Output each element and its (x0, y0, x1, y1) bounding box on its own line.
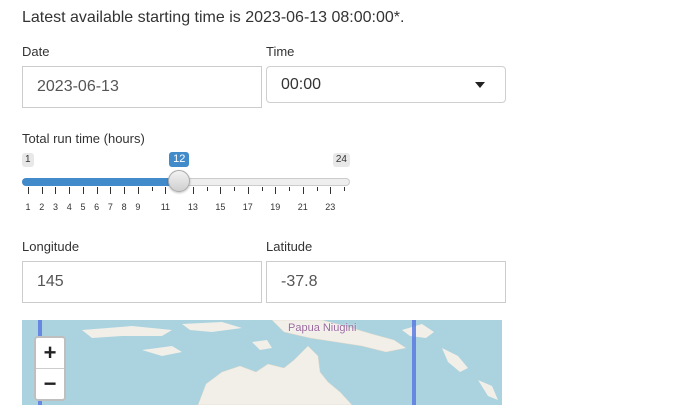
latest-start-time-text: Latest available starting time is 2023-0… (22, 9, 405, 26)
slider-tick-label: 9 (135, 202, 141, 212)
zoom-out-button[interactable]: − (36, 368, 64, 399)
time-label: Time (266, 44, 295, 59)
slider-tick-label: 1 (25, 202, 31, 212)
slider-tick-label: 11 (160, 202, 171, 212)
date-value: 2023-06-13 (37, 78, 119, 95)
slider-tick-label: 3 (52, 202, 58, 212)
slider-tick (96, 187, 98, 194)
slider-tick (192, 187, 194, 194)
slider-tick (82, 187, 84, 194)
meridian-line-east (412, 320, 416, 405)
slider-tick (247, 187, 249, 194)
map-tiles (82, 320, 498, 405)
slider-tick (289, 187, 291, 191)
slider-tick (316, 187, 318, 191)
slider-tick-label: 21 (297, 202, 308, 212)
slider-tick (261, 187, 263, 191)
slider-tick-label: 8 (121, 202, 127, 212)
slider-tick (55, 187, 57, 194)
slider-tick-label: 7 (107, 202, 113, 212)
slider-tick (302, 187, 304, 194)
slider-current-label: 12 (169, 152, 190, 167)
zoom-in-button[interactable]: + (36, 338, 64, 368)
time-value: 00:00 (281, 75, 322, 93)
slider-tick-label: 2 (39, 202, 45, 212)
slider-min-label: 1 (22, 153, 34, 167)
slider-tick-label: 15 (215, 202, 226, 212)
runtime-slider[interactable]: 1 24 12 1 2 3 4 5 6 7 8 9 11 13 15 17 19 21 23 (22, 150, 352, 215)
caret-down-icon (475, 82, 485, 88)
slider-tick (220, 187, 222, 194)
date-input[interactable]: 2023-06-13 (22, 66, 262, 108)
slider-tick-label: 23 (325, 202, 336, 212)
slider-tick-label: 19 (270, 202, 281, 212)
slider-tick (234, 187, 236, 191)
slider-tick (275, 187, 277, 194)
slider-tick-label: 6 (94, 202, 100, 212)
slider-tick-label: 5 (80, 202, 86, 212)
zoom-control: + − (34, 336, 66, 401)
latitude-input[interactable]: -37.8 (266, 261, 506, 303)
slider-tick (110, 187, 112, 194)
latitude-value: -37.8 (281, 273, 318, 290)
runtime-label: Total run time (hours) (22, 131, 145, 146)
slider-tick (151, 187, 153, 191)
map-place-label: Papua Niugini (288, 322, 357, 334)
slider-tick-label: 17 (242, 202, 253, 212)
slider-max-label: 24 (332, 153, 350, 167)
slider-tick-label: 13 (187, 202, 198, 212)
map[interactable]: Papua Niugini + − (22, 320, 502, 405)
slider-tick (206, 187, 208, 191)
longitude-value: 145 (37, 273, 64, 290)
date-label: Date (22, 44, 50, 59)
time-select[interactable]: 00:00 (266, 66, 506, 103)
slider-tick-label: 4 (66, 202, 72, 212)
page: Latest available starting time is 2023-0… (0, 0, 675, 405)
longitude-label: Longitude (22, 239, 80, 254)
slider-handle[interactable] (168, 170, 191, 192)
slider-tick (69, 187, 71, 194)
slider-tick (344, 187, 345, 191)
slider-tick (28, 187, 29, 194)
longitude-input[interactable]: 145 (22, 261, 262, 303)
slider-tick (137, 187, 139, 194)
slider-fill (22, 178, 180, 186)
slider-tick (41, 187, 43, 194)
slider-tick (165, 187, 167, 194)
slider-tick (330, 187, 332, 194)
latitude-label: Latitude (266, 239, 313, 254)
slider-tick (124, 187, 126, 194)
